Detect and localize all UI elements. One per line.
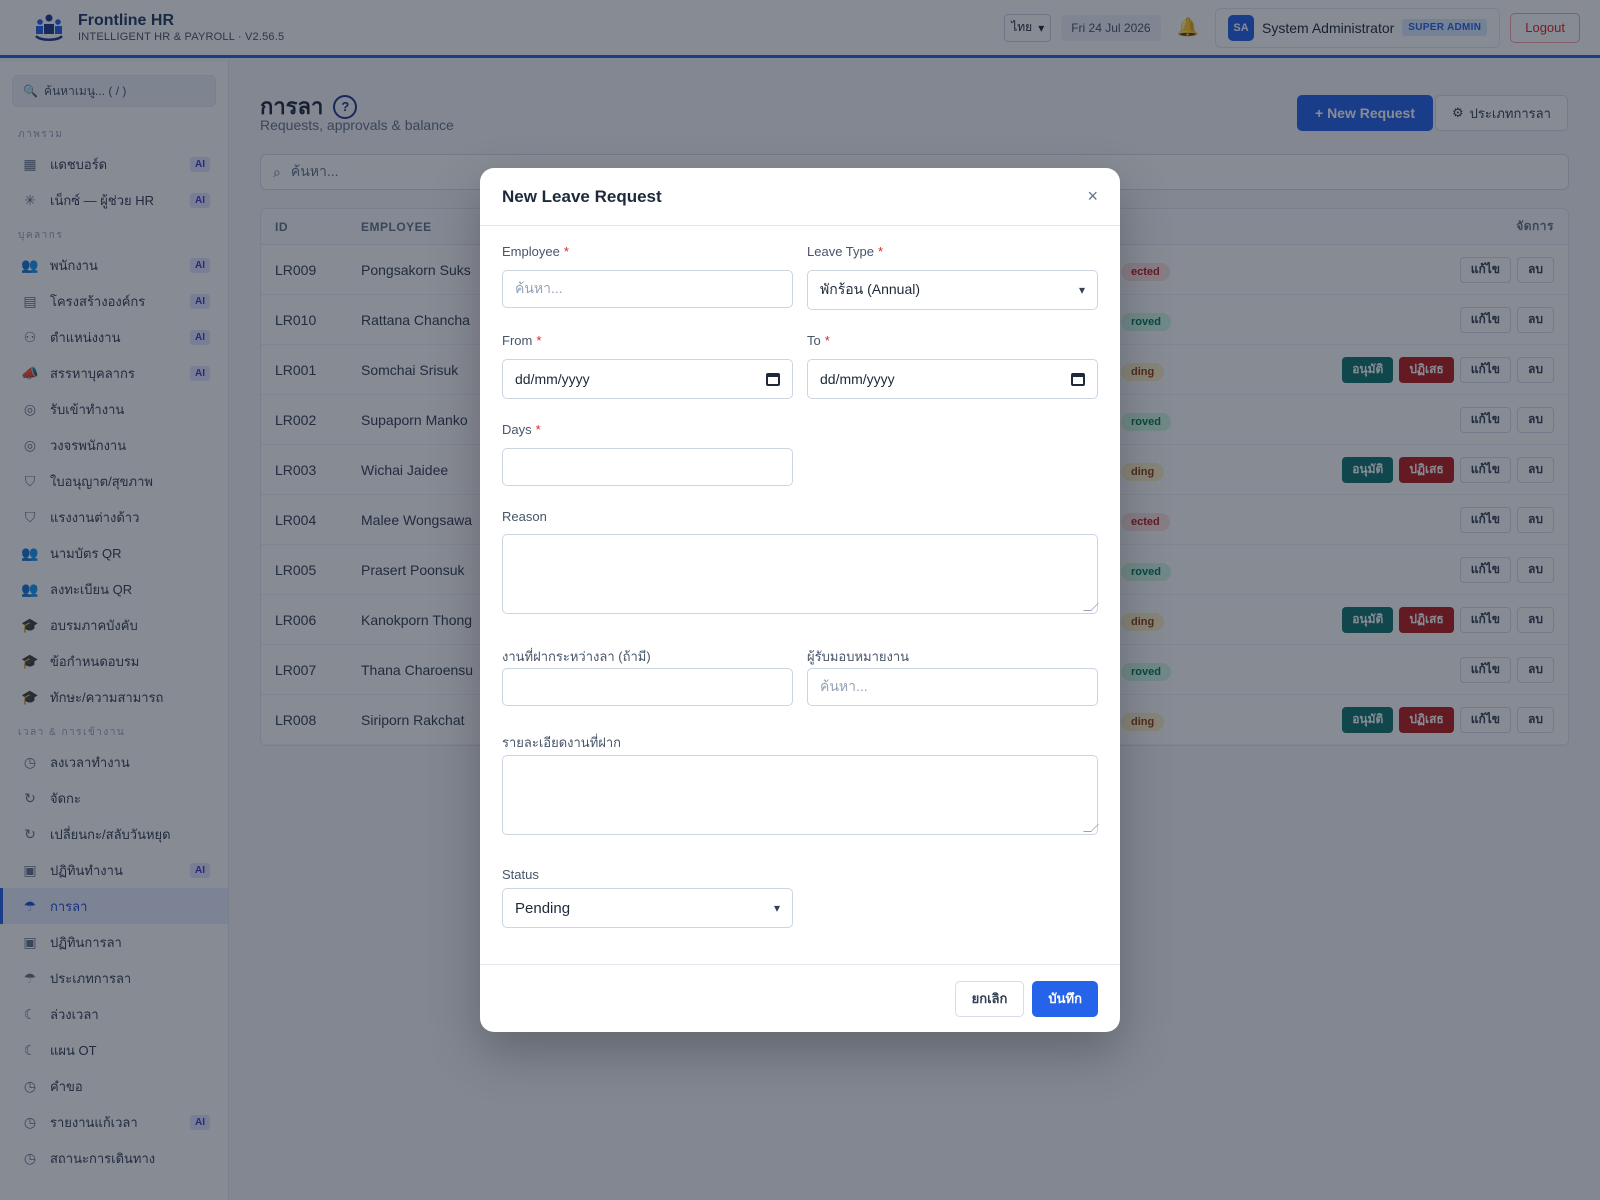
required-mark: * — [535, 422, 541, 437]
status-value: Pending — [515, 899, 571, 917]
handover-details-label: รายละเอียดงานที่ฝาก — [502, 735, 622, 750]
to-label: To * — [807, 333, 830, 348]
days-label-text: Days — [502, 422, 532, 437]
resize-handle[interactable] — [1083, 824, 1099, 832]
assignee-search-input[interactable]: ค้นหา... — [807, 668, 1098, 706]
modal-footer: ยกเลิก บันทึก — [480, 964, 1120, 1032]
calendar-icon[interactable] — [1071, 372, 1085, 386]
days-label: Days * — [502, 422, 541, 437]
employee-search-input[interactable]: ค้นหา... — [502, 270, 793, 308]
to-date-input[interactable]: dd/mm/yyyy — [807, 359, 1098, 399]
required-mark: * — [536, 333, 542, 348]
leave-type-value: พักร้อน (Annual) — [820, 281, 921, 297]
calendar-icon[interactable] — [766, 372, 780, 386]
status-label: Status — [502, 867, 539, 882]
to-date-placeholder: dd/mm/yyyy — [820, 371, 895, 387]
handover-label: งานที่ฝากระหว่างลา (ถ้ามี) — [502, 649, 651, 664]
from-date-input[interactable]: dd/mm/yyyy — [502, 359, 793, 399]
handover-input[interactable] — [502, 668, 793, 706]
chevron-down-icon: ▾ — [773, 901, 780, 915]
required-mark: * — [877, 244, 884, 259]
handover-details-textarea[interactable] — [502, 755, 1099, 835]
to-label-text: To — [807, 333, 821, 348]
employee-placeholder: ค้นหา... — [515, 280, 563, 296]
close-icon[interactable]: × — [1087, 186, 1098, 207]
leave-type-label-text: Leave Type — [807, 244, 874, 259]
from-date-placeholder: dd/mm/yyyy — [515, 371, 590, 387]
new-leave-request-modal: New Leave Request × Employee * ค้นหา... L… — [480, 168, 1120, 1032]
cancel-button[interactable]: ยกเลิก — [954, 980, 1025, 1017]
employee-label-text: Employee — [502, 244, 560, 259]
employee-label: Employee * — [502, 244, 569, 259]
chevron-down-icon: ▾ — [1078, 283, 1085, 297]
leave-type-select[interactable]: พักร้อน (Annual) ▾ — [807, 270, 1098, 310]
status-select[interactable]: Pending ▾ — [502, 888, 793, 928]
leave-type-label: Leave Type * — [807, 244, 883, 259]
from-label-text: From — [502, 333, 533, 348]
days-input[interactable] — [502, 448, 793, 486]
from-label: From * — [502, 333, 541, 348]
required-mark: * — [824, 333, 830, 348]
required-mark: * — [563, 244, 569, 259]
modal-title: New Leave Request — [502, 186, 662, 206]
reason-label: Reason — [502, 509, 547, 524]
reason-textarea[interactable] — [502, 534, 1099, 614]
assignee-label: ผู้รับมอบหมายงาน — [807, 649, 910, 664]
resize-handle[interactable] — [1083, 603, 1099, 611]
save-button[interactable]: บันทึก — [1032, 980, 1098, 1017]
assignee-placeholder: ค้นหา... — [820, 678, 868, 694]
